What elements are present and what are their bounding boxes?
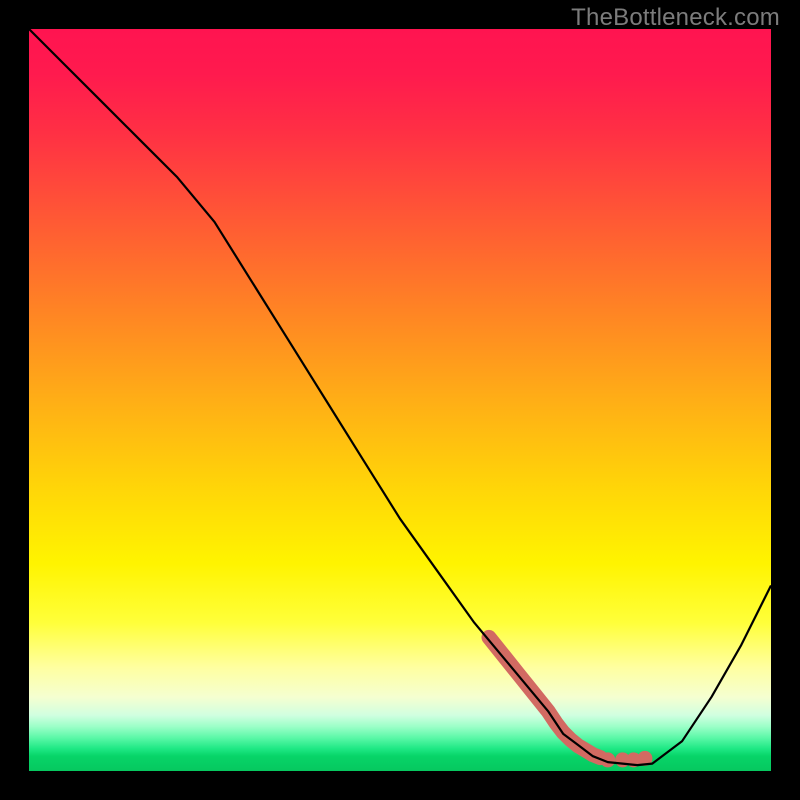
- plot-area: [29, 29, 771, 771]
- highlight-series: [489, 637, 652, 767]
- chart-frame: TheBottleneck.com: [0, 0, 800, 800]
- watermark-text: TheBottleneck.com: [571, 4, 780, 32]
- highlight-stroke: [489, 637, 600, 757]
- chart-svg: [29, 29, 771, 771]
- bottleneck-curve: [29, 29, 771, 765]
